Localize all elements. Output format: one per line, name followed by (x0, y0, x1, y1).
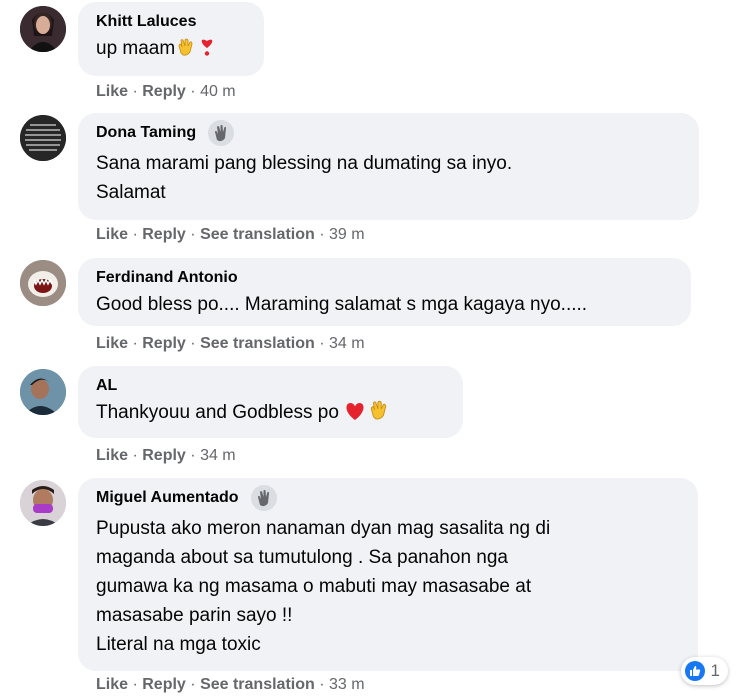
comment-author[interactable]: Ferdinand Antonio (96, 269, 238, 287)
avatar[interactable] (20, 6, 66, 52)
waving-hand-icon (208, 120, 235, 146)
comment-author[interactable]: Miguel Aumentado (96, 489, 239, 507)
separator: · (319, 226, 325, 243)
comment-bubble: Ferdinand Antonio Good bless po.... Mara… (78, 258, 691, 326)
comment-line: Literal na mga toxic (96, 634, 261, 655)
comment-author[interactable]: AL (96, 377, 117, 395)
comment-line: Salamat (96, 182, 166, 203)
timestamp[interactable]: 34 m (200, 447, 236, 464)
comment-author[interactable]: Dona Taming (96, 124, 196, 142)
comment-bubble: Khitt Laluces up maam (78, 2, 264, 76)
comment-bubble: Dona Taming Sana marami pang blessing na… (78, 113, 699, 220)
separator: · (319, 676, 325, 693)
separator: · (190, 676, 196, 693)
comment-text: Good bless po.... Maraming salamat s mga… (96, 294, 588, 315)
comment-actions: Like · Reply · See translation · 39 m (96, 225, 365, 245)
comment-text: Thankyouu and Godbless po (96, 402, 339, 423)
heart-exclamation-icon (198, 37, 216, 57)
separator: · (132, 83, 138, 100)
comment-actions: Like · Reply · 40 m (96, 82, 236, 102)
avatar[interactable] (20, 115, 66, 161)
like-link[interactable]: Like (96, 676, 128, 693)
waving-hand-icon (250, 485, 277, 511)
comment-line: Pupusta ako meron nanaman dyan mag sasal… (96, 518, 551, 539)
clapping-hands-icon (368, 399, 390, 421)
like-link[interactable]: Like (96, 83, 128, 100)
avatar[interactable] (20, 260, 66, 306)
see-translation-link[interactable]: See translation (200, 226, 315, 243)
timestamp[interactable]: 40 m (200, 83, 236, 100)
separator: · (132, 226, 138, 243)
comment-line: maganda about sa tumutulong . Sa panahon… (96, 547, 508, 568)
reaction-count: 1 (710, 661, 720, 680)
avatar[interactable] (20, 369, 66, 415)
like-link[interactable]: Like (96, 335, 128, 352)
separator: · (319, 335, 325, 352)
comment-author[interactable]: Khitt Laluces (96, 13, 196, 31)
comment-text: Pupusta ako meron nanaman dyan mag sasal… (96, 514, 680, 659)
avatar[interactable] (20, 480, 66, 526)
see-translation-link[interactable]: See translation (200, 335, 315, 352)
heart-icon (344, 401, 366, 421)
separator: · (132, 447, 138, 464)
reply-link[interactable]: Reply (142, 676, 186, 693)
timestamp[interactable]: 33 m (329, 676, 365, 693)
see-translation-link[interactable]: See translation (200, 676, 315, 693)
clapping-hands-icon (176, 37, 196, 57)
separator: · (190, 83, 196, 100)
comment-line: masasabe parin sayo !! (96, 605, 293, 626)
like-link[interactable]: Like (96, 226, 128, 243)
comment-text: Sana marami pang blessing na dumating sa… (96, 149, 681, 207)
like-link[interactable]: Like (96, 447, 128, 464)
reply-link[interactable]: Reply (142, 83, 186, 100)
reply-link[interactable]: Reply (142, 335, 186, 352)
separator: · (190, 447, 196, 464)
comment-bubble: AL Thankyouu and Godbless po (78, 366, 463, 438)
separator: · (132, 676, 138, 693)
comment-actions: Like · Reply · See translation · 34 m (96, 334, 365, 354)
comment-actions: Like · Reply · See translation · 33 m (96, 675, 365, 695)
reply-link[interactable]: Reply (142, 226, 186, 243)
comment-actions: Like · Reply · 34 m (96, 446, 236, 466)
comment-bubble: Miguel Aumentado Pupusta ako meron nanam… (78, 478, 728, 685)
comment-line: Sana marami pang blessing na dumating sa… (96, 153, 513, 174)
comment-line: gumawa ka ng masama o mabuti may masasab… (96, 576, 532, 597)
like-reaction-icon (684, 661, 705, 681)
timestamp[interactable]: 34 m (329, 335, 365, 352)
comment-text: up maam (96, 38, 176, 59)
separator: · (190, 335, 196, 352)
reaction-summary[interactable]: 1 (680, 657, 728, 685)
reply-link[interactable]: Reply (142, 447, 186, 464)
timestamp[interactable]: 39 m (329, 226, 365, 243)
separator: · (190, 226, 196, 243)
separator: · (132, 335, 138, 352)
